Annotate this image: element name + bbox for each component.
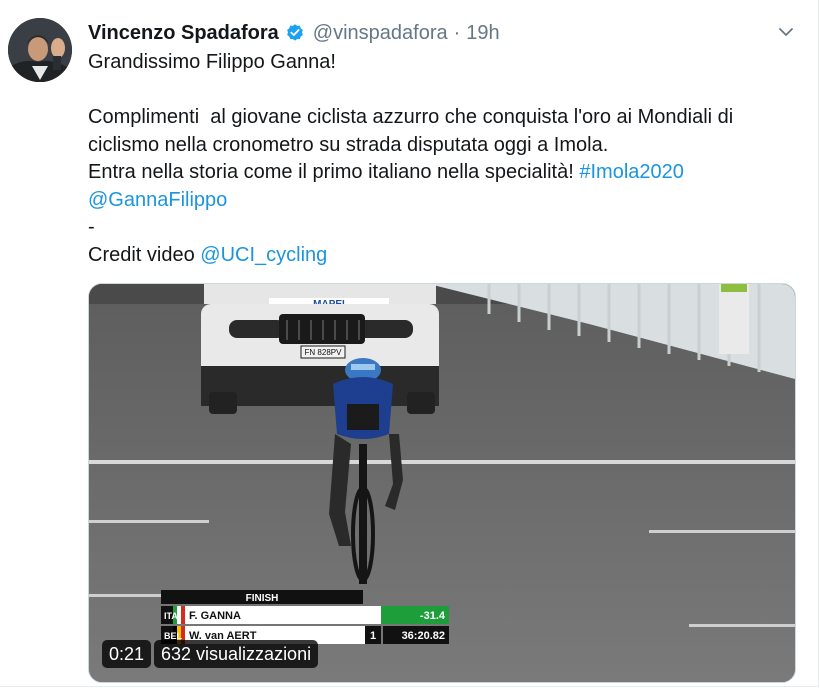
tweet-text-line: @GannaFilippo [88,187,798,215]
tweet-timestamp[interactable]: 19h [466,22,499,45]
tweet-text-segment: Complimenti al giovane ciclista azzurro … [88,106,734,128]
scoreboard-title: FINISH [246,593,279,604]
scoreboard-row2-result: 36:20.82 [402,630,445,642]
tweet-header: Vincenzo Spadafora @vinspadafora · 19h [88,20,500,46]
scoreboard-row1-country: ITA [164,611,178,621]
video-elapsed-time: 0:21 [102,640,152,668]
mention-link[interactable]: @UCI_cycling [200,244,327,266]
car-plate: FN 828PV [305,348,343,357]
mention-link[interactable]: @GannaFilippo [88,189,227,211]
scoreboard-row1-result: -31.4 [420,610,446,622]
tweet-card[interactable]: Vincenzo Spadafora @vinspadafora · 19h G… [0,0,819,687]
video-player[interactable]: MAPEI FN 828PV [88,283,796,683]
tweet-text-segment: Credit video [88,243,201,266]
author-name[interactable]: Vincenzo Spadafora [88,22,279,45]
tweet-text-line: - [88,214,798,242]
avatar[interactable] [8,18,72,82]
tweet-text-segment: Entra nella storia come il primo italian… [88,161,580,183]
tweet-text-line [88,77,798,105]
tweet-text-line: Complimenti al giovane ciclista azzurro … [88,104,798,132]
scoreboard-row1-rider: F. GANNA [189,610,241,622]
tweet-text-segment: ciclismo nella cronometro su strada disp… [88,133,609,156]
verified-badge-icon [286,24,303,41]
chevron-down-icon[interactable] [776,22,796,42]
video-view-count: 632 visualizzazioni [154,640,319,668]
separator-dot: · [453,21,461,44]
tweet-text: Grandissimo Filippo Ganna! Complimenti al… [88,49,798,269]
tweet-text-line: Entra nella storia come il primo italian… [88,159,798,187]
tweet-text-line: Credit video @UCI_cycling [88,242,798,270]
tweet-text-line: Grandissimo Filippo Ganna! [88,49,798,77]
scoreboard-row2-rank: 1 [370,630,376,642]
tweet-text-line: ciclismo nella cronometro su strada disp… [88,132,798,160]
hashtag-link[interactable]: #Imola2020 [579,161,684,183]
video-frame: MAPEI FN 828PV [89,284,795,682]
avatar-image [8,18,72,82]
author-handle[interactable]: @vinspadafora [313,22,448,45]
tweet-text-segment: - [88,216,95,238]
tweet-text-segment: Grandissimo Filippo Ganna! [88,51,336,73]
